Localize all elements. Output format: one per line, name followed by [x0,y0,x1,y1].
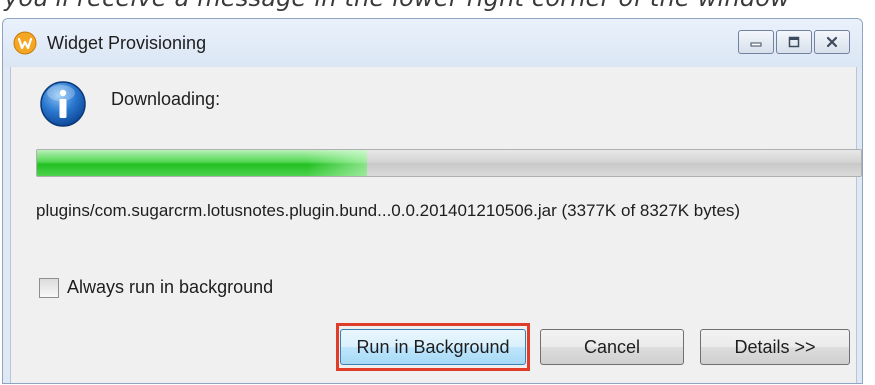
always-run-background-checkbox[interactable] [39,277,59,298]
window-caption-buttons [738,30,850,54]
window-title: Widget Provisioning [47,33,207,53]
widget-provisioning-dialog: Widget Provisioning Downloading: plugins… [2,18,863,384]
minimize-icon [750,42,762,47]
maximize-button[interactable] [776,30,812,54]
details-button[interactable]: Details >> [700,329,850,365]
run-in-background-button[interactable]: Run in Background [340,329,526,365]
dialog-body: Downloading: plugins/com.sugarcrm.lotusn… [10,67,862,383]
maximize-icon [788,36,800,48]
close-button[interactable] [814,30,850,54]
close-icon [826,36,838,48]
always-run-background-option[interactable]: Always run in background [39,277,273,298]
minimize-button[interactable] [738,30,774,54]
title-bar[interactable]: Widget Provisioning [3,19,862,67]
cropped-document-text: you'll receive a message in the lower ri… [0,0,875,18]
info-icon [40,81,86,127]
download-detail-text: plugins/com.sugarcrm.lotusnotes.plugin.b… [36,201,741,220]
download-progress-fill [37,150,367,176]
always-run-background-label: Always run in background [67,277,274,297]
widget-provisioning-app-icon [13,31,37,55]
cropped-caption-text: you'll receive a message in the lower ri… [4,0,790,12]
download-progress-bar [36,149,862,177]
cancel-button[interactable]: Cancel [540,329,684,365]
status-message: Downloading: [111,89,221,109]
